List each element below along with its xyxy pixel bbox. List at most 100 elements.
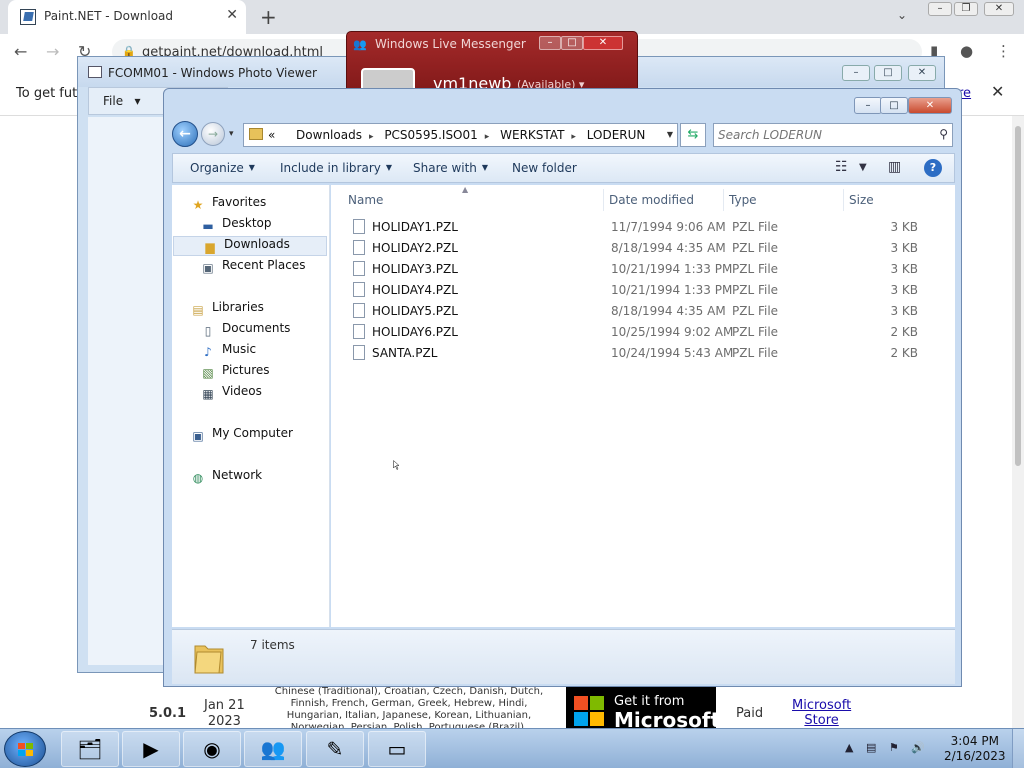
browser-close-button[interactable]: ✕ (984, 2, 1014, 16)
nav-recent-label: Recent Places (222, 258, 306, 272)
nav-network[interactable]: ◍ Network (190, 468, 262, 488)
taskbar-photo-viewer-icon[interactable]: ▭ (368, 731, 426, 767)
file-size: 2 KB (890, 325, 918, 339)
file-name: HOLIDAY6.PZL (372, 325, 458, 339)
nav-videos[interactable]: ▦ Videos (200, 384, 262, 404)
search-input[interactable] (718, 127, 928, 143)
file-type: PZL File (732, 283, 779, 297)
preview-pane-icon[interactable]: ▥ (888, 159, 901, 175)
pv-maximize-button[interactable]: □ (874, 65, 902, 81)
tab-search-chevron-icon[interactable]: ⌄ (897, 8, 907, 22)
file-row[interactable]: HOLIDAY5.PZL 8/18/1994 4:35 AM PZL File … (345, 300, 935, 321)
browser-minimize-button[interactable]: – (928, 2, 952, 16)
file-row[interactable]: SANTA.PZL 10/24/1994 5:43 AM PZL File 2 … (345, 342, 935, 363)
nav-favorites[interactable]: ★ Favorites (190, 195, 267, 215)
tray-network-icon[interactable]: ▤ (866, 741, 876, 754)
refresh-icon[interactable]: ⇆ (680, 123, 706, 147)
file-date: 11/7/1994 9:06 AM (611, 220, 726, 234)
taskbar-messenger-icon[interactable]: 👥 (244, 731, 302, 767)
messenger-close-button[interactable]: ✕ (583, 36, 623, 50)
forward-arrow-icon[interactable]: → (46, 42, 59, 61)
new-folder-button[interactable]: New folder (512, 161, 577, 175)
file-icon (353, 303, 365, 318)
photo-viewer-title: FCOMM01 - Windows Photo Viewer (108, 66, 317, 80)
file-row[interactable]: HOLIDAY4.PZL 10/21/1994 1:33 PM PZL File… (345, 279, 935, 300)
messenger-maximize-button[interactable]: □ (561, 36, 583, 50)
file-row[interactable]: HOLIDAY2.PZL 8/18/1994 4:35 AM PZL File … (345, 237, 935, 258)
taskbar-media-player-icon[interactable]: ▶ (122, 731, 180, 767)
browser-tab-strip: Paint.NET - Download ✕ + ⌄ – ❐ ✕ (0, 0, 1024, 34)
profile-avatar-icon[interactable]: ● (960, 42, 973, 60)
column-divider[interactable] (603, 189, 604, 211)
breadcrumb-werkstat[interactable]: WERKSTAT (500, 128, 564, 142)
address-dropdown-icon[interactable]: ▼ (667, 130, 673, 139)
breadcrumb-overflow[interactable]: « (268, 128, 275, 142)
browser-restore-button[interactable]: ❐ (954, 2, 978, 16)
column-divider[interactable] (723, 189, 724, 211)
nav-videos-label: Videos (222, 384, 262, 398)
taskbar-notepad-icon[interactable]: ✎ (306, 731, 364, 767)
column-name[interactable]: Name (348, 193, 383, 207)
column-size[interactable]: Size (849, 193, 874, 207)
taskbar-chrome-icon[interactable]: ◉ (183, 731, 241, 767)
file-row[interactable]: HOLIDAY6.PZL 10/25/1994 9:02 AM PZL File… (345, 321, 935, 342)
tray-action-center-icon[interactable]: ⚑ (889, 741, 899, 754)
view-options-icon[interactable]: ☷ (835, 159, 848, 175)
file-icon (353, 282, 365, 297)
column-date-modified[interactable]: Date modified (609, 193, 694, 207)
search-box[interactable]: ⚲ (713, 123, 953, 147)
explorer-close-button[interactable]: ✕ (908, 97, 952, 114)
breadcrumb-iso[interactable]: PCS0595.ISO01 (384, 128, 477, 142)
file-name: HOLIDAY3.PZL (372, 262, 458, 276)
scrollbar-thumb[interactable] (1015, 126, 1021, 466)
breadcrumb-downloads[interactable]: Downloads (296, 128, 362, 142)
organize-button[interactable]: Organize ▼ (190, 161, 255, 175)
breadcrumb-loderun[interactable]: LODERUN (587, 128, 646, 142)
browser-tab[interactable]: Paint.NET - Download ✕ (8, 0, 246, 34)
info-bar-close-icon[interactable]: ✕ (991, 82, 1004, 101)
large-folder-icon (194, 645, 224, 674)
back-button-icon[interactable]: ← (172, 121, 198, 147)
nav-libraries[interactable]: ▤ Libraries (190, 300, 264, 320)
show-desktop-button[interactable] (1012, 729, 1024, 768)
microsoft-store-badge[interactable]: Get it from Microsoft (566, 686, 720, 732)
file-row[interactable]: HOLIDAY3.PZL 10/21/1994 1:33 PM PZL File… (345, 258, 935, 279)
nav-pictures[interactable]: ▧ Pictures (200, 363, 269, 383)
back-arrow-icon[interactable]: ← (14, 42, 27, 61)
share-with-button[interactable]: Share with ▼ (413, 161, 488, 175)
search-icon[interactable]: ⚲ (939, 127, 948, 141)
videos-icon: ▦ (202, 387, 214, 401)
file-menu[interactable]: File ▾ (103, 94, 141, 108)
recent-pages-dropdown-icon[interactable]: ▾ (229, 129, 234, 139)
chrome-menu-icon[interactable]: ⋮ (996, 42, 1011, 60)
nav-my-computer[interactable]: ▣ My Computer (190, 426, 293, 446)
tab-close-icon[interactable]: ✕ (226, 7, 238, 23)
clock[interactable]: 3:04 PM 2/16/2023 (944, 734, 1006, 764)
nav-downloads[interactable]: ▆ Downloads (173, 236, 327, 256)
messenger-buddy-icon: 👥 (353, 38, 367, 51)
explorer-minimize-button[interactable]: – (854, 97, 882, 114)
microsoft-store-link[interactable]: Microsoft Store (792, 698, 851, 728)
column-divider[interactable] (843, 189, 844, 211)
nav-desktop[interactable]: ▬ Desktop (200, 216, 271, 236)
explorer-maximize-button[interactable]: □ (880, 97, 908, 114)
tray-expand-icon[interactable]: ▲ (845, 741, 853, 754)
nav-recent-places[interactable]: ▣ Recent Places (200, 258, 305, 278)
pv-minimize-button[interactable]: – (842, 65, 870, 81)
address-breadcrumb-bar[interactable]: « Downloads ▸ PCS0595.ISO01 ▸ WERKSTAT ▸ LO… (243, 123, 678, 147)
pv-close-button[interactable]: ✕ (908, 65, 936, 81)
help-icon[interactable]: ? (924, 159, 942, 177)
forward-button-icon[interactable]: → (201, 122, 225, 146)
page-scrollbar[interactable] (1012, 116, 1024, 728)
nav-music[interactable]: ♪ Music (200, 342, 256, 362)
file-row[interactable]: HOLIDAY1.PZL 11/7/1994 9:06 AM PZL File … (345, 216, 935, 237)
view-dropdown-icon[interactable]: ▼ (859, 162, 867, 173)
tray-volume-icon[interactable]: 🔊 (911, 741, 925, 754)
column-type[interactable]: Type (729, 193, 757, 207)
taskbar-explorer-icon[interactable]: 🗂 (61, 731, 119, 767)
nav-documents[interactable]: ▯ Documents (200, 321, 291, 341)
messenger-minimize-button[interactable]: – (539, 36, 561, 50)
include-in-library-button[interactable]: Include in library ▼ (280, 161, 392, 175)
start-button[interactable] (4, 731, 46, 767)
new-tab-button[interactable]: + (260, 5, 277, 29)
